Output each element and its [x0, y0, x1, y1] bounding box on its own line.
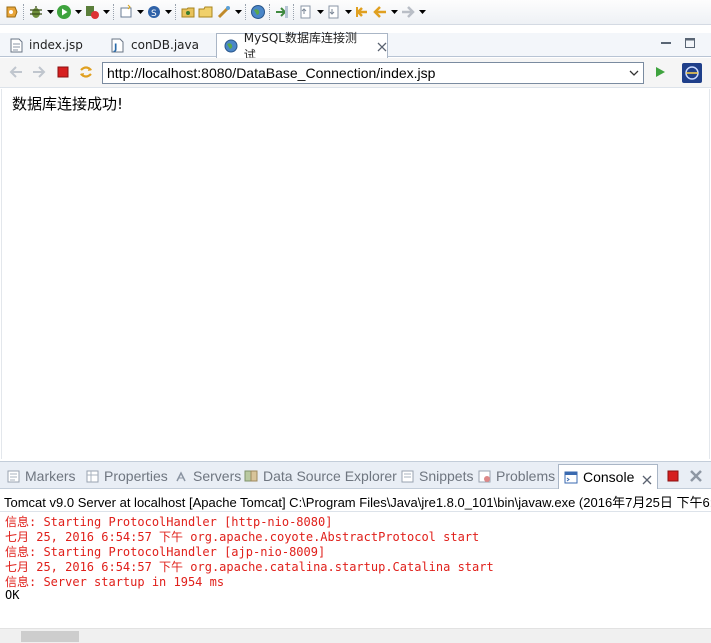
markers-icon	[6, 469, 20, 483]
properties-icon	[85, 469, 99, 483]
editor-tab-bar: index.jsp J conDB.java MySQL数据库连接测试	[0, 31, 711, 62]
open-task-dropdown-icon[interactable]	[233, 3, 243, 21]
next-edit-icon[interactable]	[325, 3, 343, 21]
console-line: 信息: Server startup in 1954 ms	[5, 575, 225, 589]
tab-data-source-explorer[interactable]: Data Source Explorer	[244, 465, 397, 487]
svg-text:S: S	[151, 9, 157, 19]
tab-mysql-connection-test[interactable]: MySQL数据库连接测试	[216, 31, 388, 62]
servers-icon	[174, 469, 188, 483]
browser-nav-bar: http://localhost:8080/DataBase_Connectio…	[0, 58, 711, 88]
svg-text:J: J	[113, 43, 117, 53]
new-server-dropdown-icon[interactable]	[163, 3, 173, 21]
tab-properties[interactable]: Properties	[85, 465, 168, 487]
java-file-icon: J	[110, 37, 126, 53]
tab-label: Data Source Explorer	[263, 468, 397, 484]
minimize-icon[interactable]	[660, 37, 672, 49]
go-icon[interactable]	[652, 64, 668, 80]
views-tab-bar: Markers Properties Servers Data Source E…	[0, 461, 711, 489]
close-icon[interactable]	[642, 472, 652, 485]
external-tools-icon[interactable]	[83, 3, 101, 21]
tab-label: Properties	[104, 468, 168, 484]
forward-icon[interactable]	[399, 3, 417, 21]
external-tools-dropdown-icon[interactable]	[101, 3, 111, 21]
scrollbar-thumb[interactable]	[21, 631, 79, 642]
tab-label: index.jsp	[29, 38, 83, 52]
chevron-down-icon[interactable]	[627, 66, 641, 80]
run-icon[interactable]	[55, 3, 73, 21]
data-source-icon	[244, 469, 258, 483]
new-wizard-dropdown-icon[interactable]	[135, 3, 145, 21]
jsp-file-icon	[8, 37, 24, 53]
last-edit-icon[interactable]	[353, 3, 371, 21]
run-dropdown-icon[interactable]	[73, 3, 83, 21]
tab-label: Problems	[496, 468, 556, 484]
new-server-icon[interactable]: S	[145, 3, 163, 21]
next-annotation-icon[interactable]	[273, 3, 291, 21]
tab-label: conDB.java	[131, 38, 199, 52]
open-type-icon[interactable]	[179, 3, 197, 21]
web-browser-icon	[223, 38, 239, 54]
refresh-icon[interactable]	[78, 64, 94, 80]
tab-console[interactable]: Console	[558, 464, 659, 489]
tab-problems[interactable]: Problems	[477, 465, 555, 487]
browser-page: 数据库连接成功!	[1, 89, 710, 459]
debug-launch-icon[interactable]	[3, 3, 21, 21]
tab-label: Markers	[25, 468, 76, 484]
terminate-icon[interactable]	[666, 469, 680, 483]
back-dropdown-icon[interactable]	[389, 3, 399, 21]
open-task-icon[interactable]	[215, 3, 233, 21]
console-description: Tomcat v9.0 Server at localhost [Apache …	[4, 495, 711, 510]
tab-label: Servers	[193, 468, 242, 484]
tab-label: Console	[583, 469, 635, 485]
new-wizard-icon[interactable]	[117, 3, 135, 21]
debug-icon[interactable]	[27, 3, 45, 21]
stop-icon[interactable]	[55, 64, 71, 80]
tab-servers[interactable]: Servers	[174, 465, 241, 487]
tab-snippets[interactable]: Snippets	[400, 465, 473, 487]
web-browser-icon[interactable]	[249, 3, 267, 21]
next-edit-dropdown-icon[interactable]	[343, 3, 353, 21]
tab-label: Snippets	[419, 468, 474, 484]
tab-markers[interactable]: Markers	[6, 465, 76, 487]
horizontal-scrollbar[interactable]	[0, 628, 711, 643]
back-icon[interactable]	[8, 64, 24, 80]
url-text: http://localhost:8080/DataBase_Connectio…	[107, 65, 436, 81]
debug-dropdown-icon[interactable]	[45, 3, 55, 21]
tab-index-jsp[interactable]: index.jsp	[2, 33, 102, 57]
forward-icon[interactable]	[31, 64, 47, 80]
back-icon[interactable]	[371, 3, 389, 21]
tab-condb-java[interactable]: J conDB.java	[104, 33, 216, 57]
close-icon[interactable]	[377, 41, 387, 52]
console-line: OK	[5, 588, 20, 602]
browser-logo-icon[interactable]	[682, 63, 702, 83]
remove-launch-icon[interactable]	[689, 469, 703, 483]
console-output[interactable]: 信息: Starting ProtocolHandler [http-nio-8…	[0, 511, 711, 628]
prev-annotation-icon[interactable]	[297, 3, 315, 21]
open-folder-icon[interactable]	[197, 3, 215, 21]
prev-annotation-dropdown-icon[interactable]	[315, 3, 325, 21]
console-icon	[564, 470, 578, 484]
url-input[interactable]: http://localhost:8080/DataBase_Connectio…	[102, 62, 644, 84]
main-toolbar: S	[0, 0, 711, 25]
problems-icon	[477, 469, 491, 483]
page-message: 数据库连接成功!	[12, 95, 124, 113]
maximize-icon[interactable]	[684, 37, 696, 49]
forward-dropdown-icon[interactable]	[417, 3, 427, 21]
snippets-icon	[400, 469, 414, 483]
